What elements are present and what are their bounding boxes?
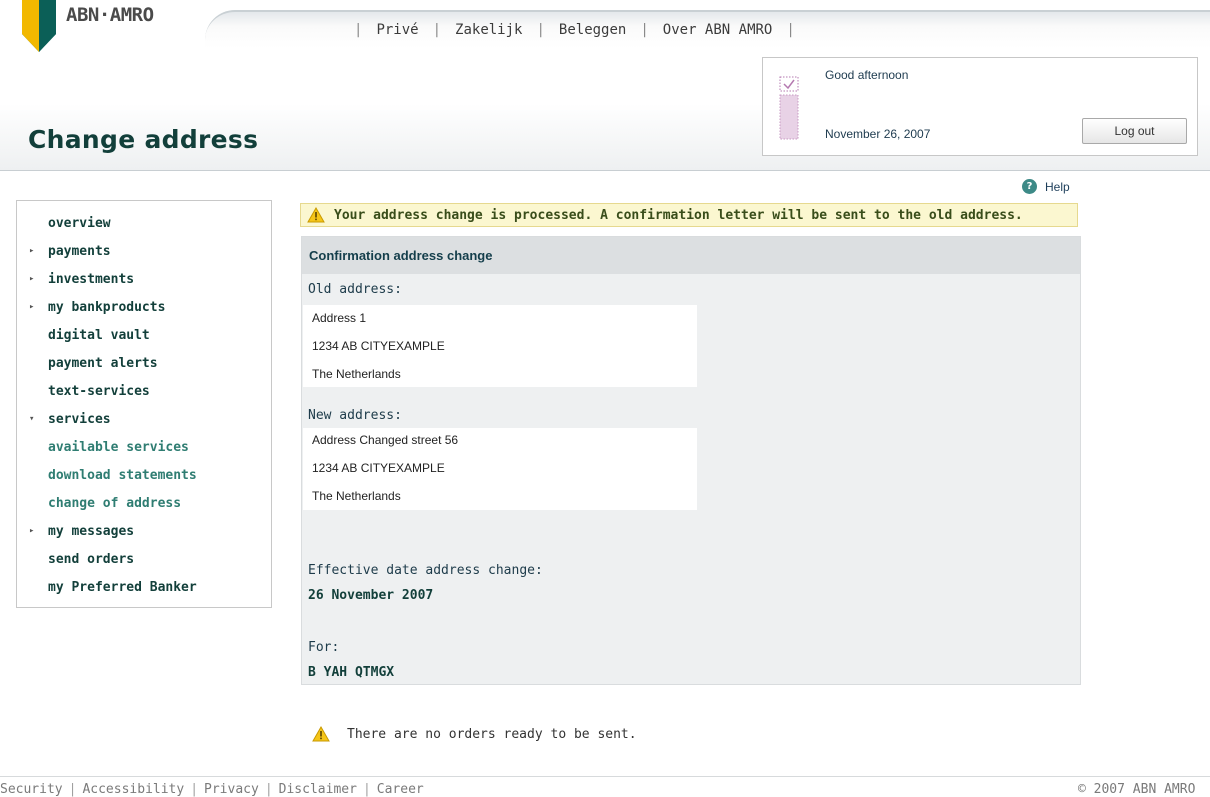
sidebar-item-download-statements[interactable]: download statements (17, 465, 271, 485)
nav-separator: | (432, 22, 442, 38)
footer-separator: | (68, 782, 77, 797)
effective-date-value: 26 November 2007 (308, 588, 434, 603)
footer-link-security[interactable]: Security (0, 782, 63, 797)
sidebar-item-my-bankproducts[interactable]: ▸ my bankproducts (17, 297, 271, 317)
warning-icon (312, 726, 330, 742)
calculator-icon (779, 76, 799, 140)
main-navigation: | Privé | Zakelijk | Beleggen | Over ABN… (340, 17, 809, 43)
sidebar-item-overview[interactable]: overview (17, 213, 271, 233)
footer-separator: | (190, 782, 199, 797)
greeting-text: Good afternoon (825, 68, 909, 82)
footer-separator: | (362, 782, 371, 797)
help-icon: ? (1022, 179, 1037, 194)
sidebar-item-label: overview (48, 215, 111, 231)
footer-link-accessibility[interactable]: Accessibility (82, 782, 184, 797)
brand-name: ABN·AMRO (66, 4, 154, 26)
alert-message: Your address change is processed. A conf… (334, 207, 1023, 223)
triangle-right-icon: ▸ (29, 302, 35, 312)
sidebar-item-label: text-services (48, 383, 150, 399)
sidebar-item-my-preferred-banker[interactable]: my Preferred Banker (17, 577, 271, 597)
warning-icon (307, 207, 325, 223)
panel-title: Confirmation address change (309, 248, 493, 263)
copyright: © 2007 ABN AMRO (1078, 782, 1196, 797)
sidebar-item-payment-alerts[interactable]: payment alerts (17, 353, 271, 373)
sidebar-item-label: my messages (48, 523, 135, 539)
new-address-line: The Netherlands (312, 489, 401, 503)
sidebar-item-label: change of address (48, 495, 182, 511)
new-address-line: Address Changed street 56 (312, 433, 459, 447)
triangle-right-icon: ▸ (29, 526, 35, 536)
page-title: Change address (28, 125, 259, 154)
abn-amro-logo[interactable]: ABN·AMRO (22, 0, 222, 52)
nav-prive[interactable]: Privé (376, 22, 418, 38)
sidebar-menu: overview ▸ payments ▸ investments ▸ my b… (16, 200, 272, 608)
session-box: Good afternoon November 26, 2007 Log out (762, 57, 1198, 156)
session-date: November 26, 2007 (825, 127, 931, 141)
sidebar-item-label: my bankproducts (48, 299, 166, 315)
orders-notice: There are no orders ready to be sent. (312, 726, 637, 742)
footer-separator: | (264, 782, 273, 797)
nav-separator: | (786, 22, 795, 38)
new-address-line: 1234 AB CITYEXAMPLE (312, 461, 445, 475)
effective-date-label: Effective date address change: (308, 563, 543, 578)
old-address-line: The Netherlands (312, 367, 401, 381)
help-link[interactable]: ? Help (1022, 179, 1070, 194)
nav-beleggen[interactable]: Beleggen (559, 22, 626, 38)
sidebar-item-digital-vault[interactable]: digital vault (17, 325, 271, 345)
sidebar-item-services[interactable]: ▾ services (17, 409, 271, 429)
for-value: B YAH QTMGX (308, 665, 395, 680)
old-address-label: Old address: (308, 282, 402, 297)
sidebar-item-label: download statements (48, 467, 197, 483)
sidebar-item-payments[interactable]: ▸ payments (17, 241, 271, 261)
confirmation-panel: Confirmation address change Old address:… (301, 236, 1081, 685)
old-address-line: 1234 AB CITYEXAMPLE (312, 339, 445, 353)
shield-logo-icon (22, 0, 56, 52)
triangle-right-icon: ▸ (29, 246, 35, 256)
sidebar-item-label: payment alerts (48, 355, 158, 371)
new-address-label: New address: (308, 408, 402, 423)
sidebar-item-change-of-address[interactable]: change of address (17, 493, 271, 513)
old-address-line: Address 1 (312, 311, 367, 325)
sidebar-item-label: send orders (48, 551, 135, 567)
panel-header: Confirmation address change (302, 237, 1080, 274)
sidebar-item-label: available services (48, 439, 189, 455)
nav-separator: | (640, 22, 649, 38)
for-label: For: (308, 640, 340, 655)
sidebar-item-label: digital vault (48, 327, 150, 343)
footer-link-career[interactable]: Career (377, 782, 424, 797)
sidebar-item-label: investments (48, 271, 135, 287)
triangle-right-icon: ▸ (29, 274, 35, 284)
nav-over-abn-amro[interactable]: Over ABN AMRO (663, 22, 773, 38)
triangle-down-icon: ▾ (29, 414, 35, 424)
nav-separator: | (354, 22, 363, 38)
sidebar-item-my-messages[interactable]: ▸ my messages (17, 521, 271, 541)
sidebar-item-label: services (48, 411, 111, 427)
footer-divider (0, 776, 1210, 777)
footer-link-privacy[interactable]: Privacy (204, 782, 259, 797)
sidebar-item-investments[interactable]: ▸ investments (17, 269, 271, 289)
sidebar-item-label: payments (48, 243, 111, 259)
orders-notice-text: There are no orders ready to be sent. (347, 726, 637, 742)
sidebar-item-send-orders[interactable]: send orders (17, 549, 271, 569)
old-address-box: Address 1 1234 AB CITYEXAMPLE The Nether… (303, 305, 697, 387)
logout-button[interactable]: Log out (1082, 118, 1187, 144)
new-address-box: Address Changed street 56 1234 AB CITYEX… (303, 428, 697, 510)
nav-zakelijk[interactable]: Zakelijk (455, 22, 522, 38)
nav-separator: | (536, 22, 545, 38)
footer-link-disclaimer[interactable]: Disclaimer (279, 782, 357, 797)
sidebar-item-label: my Preferred Banker (48, 579, 197, 595)
sidebar-item-text-services[interactable]: text-services (17, 381, 271, 401)
status-alert: Your address change is processed. A conf… (300, 203, 1078, 227)
help-label: Help (1045, 179, 1070, 194)
sidebar-item-available-services[interactable]: available services (17, 437, 271, 457)
footer-links: Security | Accessibility | Privacy | Disclaime… (0, 782, 424, 797)
